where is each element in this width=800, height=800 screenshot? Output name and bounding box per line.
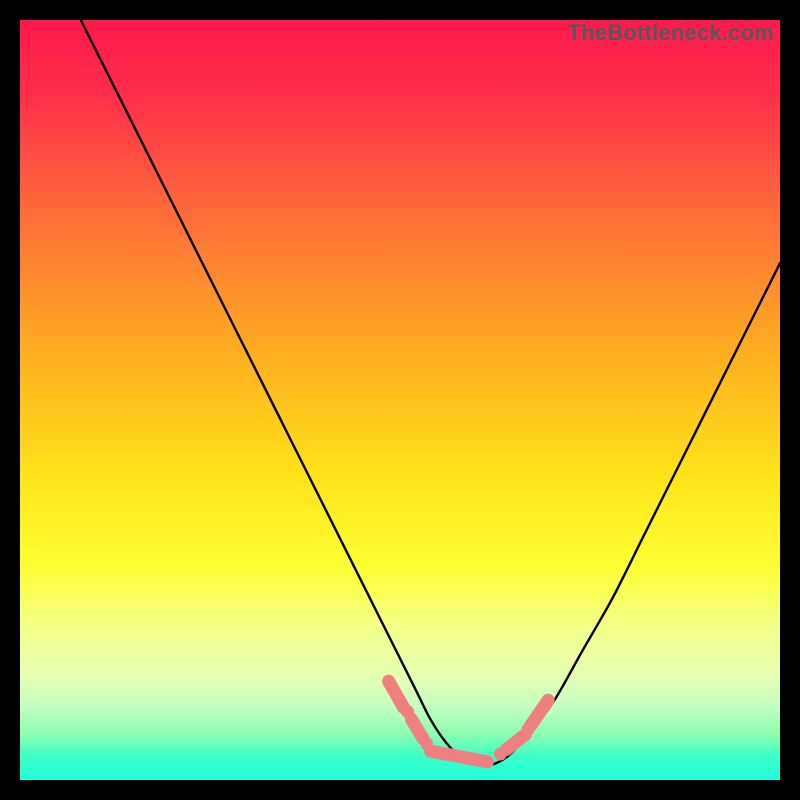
marker-dot [494, 748, 507, 761]
marker-dot [521, 723, 534, 736]
marker-dot [420, 737, 433, 750]
marker-dot [401, 705, 414, 718]
chart-frame: TheBottleneck.com [20, 20, 780, 780]
chart-canvas [20, 20, 780, 780]
gradient-background [20, 20, 780, 780]
watermark-text: TheBottleneck.com [568, 20, 774, 46]
